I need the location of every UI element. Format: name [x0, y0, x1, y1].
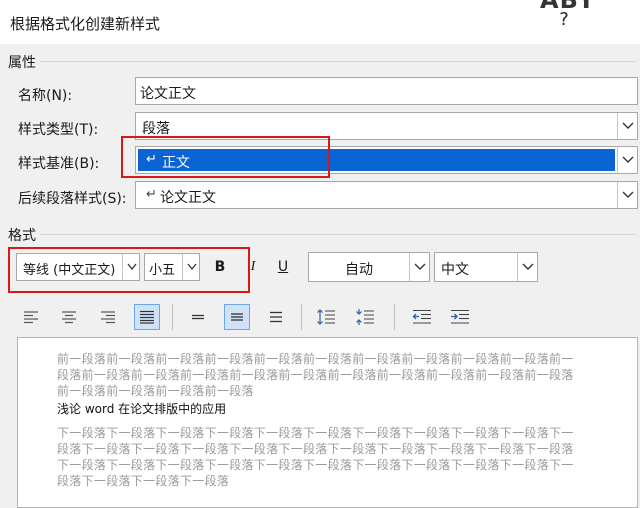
style-base-select[interactable]: ↵ 正文 [135, 146, 638, 174]
preview-previous-line: 段落前一段落前一段落前一段落前一段落前一段落前一段落前一段落前一段落前一段落前一… [57, 368, 574, 382]
toolbar-divider [172, 304, 173, 330]
following-style-value: 论文正文 [160, 190, 216, 206]
preview-previous-line: 前一段落前一段落前一段落前一段落前一段落前一段落前一段落前一段落前一段落前一段落… [57, 352, 574, 366]
font-size-select[interactable]: 小五 [144, 253, 200, 281]
font-color-value: 自动 [345, 262, 373, 278]
single-spacing-icon [192, 314, 204, 320]
following-style-dropdown-button[interactable] [617, 182, 637, 208]
one-half-spacing-icon [231, 313, 243, 321]
style-base-value: 正文 [162, 155, 190, 171]
paragraph-mark-icon: ↵ [146, 152, 157, 167]
name-input[interactable]: 论文正文 [135, 77, 638, 105]
format-section-label: 格式 [8, 228, 36, 244]
justify-button[interactable] [134, 304, 160, 330]
style-type-dropdown-button[interactable] [617, 113, 637, 139]
toolbar-divider [394, 304, 395, 330]
align-right-button[interactable] [95, 304, 121, 330]
title-bar: ABY 根据格式化创建新样式 ? [0, 0, 640, 44]
properties-divider [40, 61, 636, 62]
font-color-select[interactable]: 自动 [308, 252, 430, 282]
increase-indent-icon [451, 309, 469, 324]
increase-indent-button[interactable] [447, 304, 473, 330]
preview-next-line: 段落下一段落下一段落下一段落下一段落下一段落下一段落下一段落下一段落下一段落下一… [57, 442, 574, 456]
help-button[interactable]: ? [553, 9, 575, 31]
preview-next-line: 下一段落下一段落下一段落下一段落下一段落下一段落下一段落下一段落下一段落下一段落… [57, 458, 574, 472]
style-base-label: 样式基准(B): [18, 156, 100, 172]
preview-previous-line: 前一段落前一段落前一段落前一段落 [57, 384, 254, 398]
dialog-title: 根据格式化创建新样式 [10, 15, 161, 33]
preview-next-line: 段落下一段落下一段落下一段落 [57, 474, 230, 488]
justify-icon [140, 310, 154, 324]
italic-button[interactable]: I [240, 254, 266, 280]
double-spacing-icon [270, 311, 282, 323]
format-divider [40, 234, 636, 235]
one-half-spacing-button[interactable] [224, 304, 250, 330]
name-label: 名称(N): [18, 88, 73, 104]
chevron-down-icon [622, 156, 634, 163]
preview-next-line: 下一段落下一段落下一段落下一段落下一段落下一段落下一段落下一段落下一段落下一段落… [57, 426, 574, 440]
chevron-down-icon [414, 263, 426, 270]
style-base-highlight: ↵ 正文 [138, 149, 615, 171]
increase-paragraph-spacing-button[interactable] [313, 304, 339, 330]
chevron-down-icon [187, 263, 197, 271]
font-name-dropdown-button[interactable] [122, 254, 139, 280]
chevron-down-icon [622, 122, 634, 129]
style-type-label: 样式类型(T): [18, 122, 99, 138]
chevron-down-icon [622, 191, 634, 198]
chevron-down-icon [522, 263, 534, 270]
following-style-select[interactable]: ↵ 论文正文 [135, 181, 638, 209]
following-style-label: 后续段落样式(S): [18, 191, 127, 207]
style-type-select[interactable]: 段落 [135, 112, 638, 140]
align-center-icon [62, 311, 76, 324]
decrease-indent-button[interactable] [409, 304, 435, 330]
decrease-paragraph-spacing-button[interactable] [352, 304, 378, 330]
preview-sample-text: 浅论 word 在论文排版中的应用 [57, 402, 227, 416]
style-base-dropdown-button[interactable] [617, 147, 637, 173]
align-left-icon [24, 311, 38, 324]
font-size-dropdown-button[interactable] [182, 254, 199, 280]
style-preview: 前一段落前一段落前一段落前一段落前一段落前一段落前一段落前一段落前一段落前一段落… [17, 337, 638, 508]
decrease-indent-icon [412, 309, 431, 324]
font-color-dropdown-button[interactable] [409, 253, 429, 281]
font-size-value: 小五 [149, 263, 176, 278]
double-spacing-button[interactable] [263, 304, 289, 330]
paragraph-mark-icon: ↵ [146, 187, 157, 202]
toolbar-divider [301, 304, 302, 330]
script-dropdown-button[interactable] [517, 253, 537, 281]
increase-spacing-icon [317, 309, 335, 325]
properties-section-label: 属性 [8, 55, 36, 71]
align-center-button[interactable] [56, 304, 82, 330]
chevron-down-icon [127, 263, 137, 271]
font-name-value: 等线 (中文正文) [23, 263, 116, 278]
align-left-button[interactable] [18, 304, 44, 330]
decrease-spacing-icon [356, 309, 374, 325]
align-right-icon [101, 311, 115, 324]
script-value: 中文 [441, 262, 469, 278]
name-value: 论文正文 [140, 86, 196, 102]
style-type-value: 段落 [142, 121, 170, 137]
script-select[interactable]: 中文 [434, 252, 538, 282]
underline-button[interactable]: U [270, 254, 296, 280]
font-name-select[interactable]: 等线 (中文正文) [16, 253, 140, 281]
bold-button[interactable]: B [207, 254, 233, 280]
single-spacing-button[interactable] [185, 304, 211, 330]
